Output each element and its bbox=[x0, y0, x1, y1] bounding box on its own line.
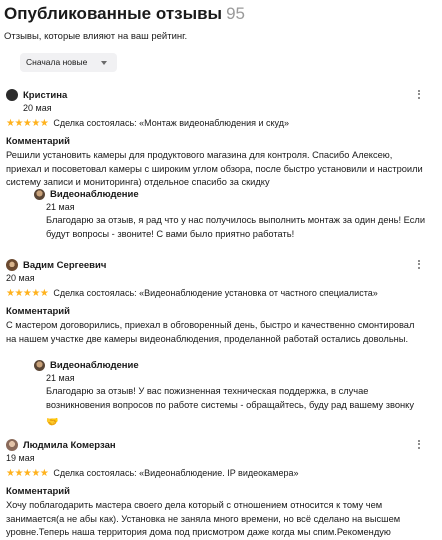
seller-reply: Видеонаблюдение 21 мая Благодарю за отзы… bbox=[34, 188, 430, 241]
avatar[interactable] bbox=[6, 89, 18, 101]
reviews-header: Опубликованные отзывы 95 bbox=[4, 3, 434, 25]
deal-line: ★★★★★ Сделка состоялась: «Видеонаблюдени… bbox=[6, 287, 436, 300]
reviewer-name[interactable]: Людмила Комерзан bbox=[23, 440, 116, 451]
review-date: 20 мая bbox=[23, 103, 52, 113]
avatar[interactable] bbox=[6, 259, 18, 271]
sort-label: Сначала новые bbox=[26, 57, 88, 67]
more-options-icon[interactable] bbox=[418, 438, 420, 450]
deal-text: Сделка состоялась: «Видеонаблюдение уста… bbox=[53, 288, 378, 298]
reply-author: Видеонаблюдение bbox=[50, 360, 139, 371]
avatar[interactable] bbox=[6, 439, 18, 451]
reply-text: Благодарю за отзыв! У вас пожизненная те… bbox=[46, 386, 414, 410]
deal-text: Сделка состоялась: «Монтаж видеонаблюден… bbox=[53, 118, 290, 128]
more-options-icon[interactable] bbox=[418, 258, 420, 270]
deal-text: Сделка состоялась: «Видеонаблюдение. IP … bbox=[53, 468, 299, 478]
sort-dropdown[interactable]: Сначала новые bbox=[20, 53, 118, 72]
review-card: Людмила Комерзан 19 мая ★★★★★ Сделка сос… bbox=[6, 438, 436, 540]
avatar bbox=[34, 189, 45, 200]
deal-line: ★★★★★ Сделка состоялась: «Видеонаблюдени… bbox=[6, 467, 436, 480]
comment-label: Комментарий bbox=[6, 486, 70, 497]
reply-date: 21 мая bbox=[46, 202, 75, 212]
avatar bbox=[34, 360, 45, 371]
star-rating: ★★★★★ bbox=[6, 288, 49, 299]
page-title-text: Опубликованные отзывы bbox=[4, 4, 223, 23]
review-date: 19 мая bbox=[6, 453, 35, 463]
review-card: Кристина 20 мая ★★★★★ Сделка состоялась:… bbox=[6, 88, 436, 190]
comment-label: Комментарий bbox=[6, 306, 70, 317]
chevron-down-icon bbox=[101, 60, 108, 65]
reviewer-name[interactable]: Вадим Сергеевич bbox=[23, 260, 106, 271]
comment-label: Комментарий bbox=[6, 136, 70, 147]
page-title: Опубликованные отзывы 95 bbox=[4, 3, 434, 25]
reply-author: Видеонаблюдение bbox=[50, 189, 139, 200]
review-date: 20 мая bbox=[6, 273, 35, 283]
more-options-icon[interactable] bbox=[418, 88, 420, 100]
star-rating: ★★★★★ bbox=[6, 118, 49, 129]
page-subtitle: Отзывы, которые влияют на ваш рейтинг. bbox=[4, 31, 188, 42]
reviews-count: 95 bbox=[226, 4, 245, 23]
seller-reply: Видеонаблюдение 21 мая Благодарю за отзы… bbox=[34, 359, 430, 430]
reply-text: Благодарю за отзыв, я рад что у нас полу… bbox=[46, 215, 426, 239]
comment-text: Решили установить камеры для продуктовог… bbox=[6, 150, 423, 187]
deal-line: ★★★★★ Сделка состоялась: «Монтаж видеона… bbox=[6, 117, 436, 130]
reviewer-name[interactable]: Кристина bbox=[23, 90, 67, 101]
star-rating: ★★★★★ bbox=[6, 468, 49, 479]
review-card: Вадим Сергеевич 20 мая ★★★★★ Сделка сост… bbox=[6, 258, 436, 346]
handshake-icon: 🤝 bbox=[46, 417, 59, 428]
comment-text: Хочу поблагодарить мастера своего дела к… bbox=[6, 500, 401, 537]
reply-date: 21 мая bbox=[46, 373, 75, 383]
comment-text: С мастером договорились, приехал в обгов… bbox=[6, 320, 415, 344]
